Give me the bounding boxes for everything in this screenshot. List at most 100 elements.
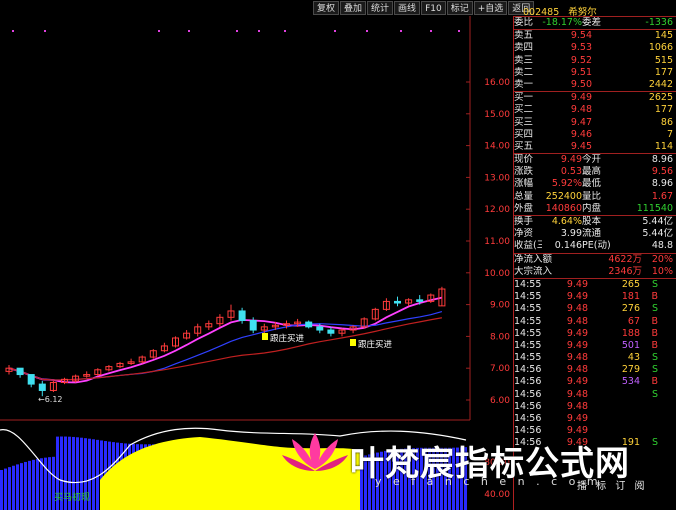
fund-label: 收益(三) bbox=[514, 240, 542, 252]
ask-label: 卖一 bbox=[514, 78, 534, 90]
panel-row: 买一 9.49 2625 bbox=[514, 91, 676, 104]
candle-body-29 bbox=[327, 329, 335, 334]
bid-label: 买三 bbox=[514, 116, 534, 128]
ask-volume: 177 bbox=[654, 66, 673, 78]
weici-label: 委差 bbox=[582, 17, 602, 28]
tick-price: 9.48 bbox=[566, 388, 588, 400]
quote-value: 252400 bbox=[545, 190, 582, 202]
indicator-axis-label-1: 40.00 bbox=[484, 490, 510, 500]
indicator-bar bbox=[392, 449, 395, 510]
indicator-bar bbox=[32, 459, 35, 510]
tick-side: B bbox=[651, 315, 658, 327]
panel-row: 14:55 9.49 501 B bbox=[514, 340, 676, 352]
indicator-bar bbox=[364, 455, 367, 510]
panel-row: 14:55 9.49 181 B bbox=[514, 291, 676, 303]
panel-row: 卖四 9.53 1066 bbox=[514, 42, 676, 54]
tick-volume: 191 bbox=[621, 437, 640, 449]
indicator-bar bbox=[48, 457, 51, 510]
indicator-bar bbox=[36, 458, 39, 510]
axis-label-7: 9.00 bbox=[490, 301, 510, 311]
bid-label: 买四 bbox=[514, 128, 534, 140]
quote-label: 总量 bbox=[514, 190, 534, 202]
bid-price: 9.48 bbox=[570, 104, 592, 116]
tick-time: 14:56 bbox=[514, 364, 542, 376]
bid-volume: 114 bbox=[654, 140, 673, 152]
tick-side bbox=[640, 425, 658, 437]
panel-row: 14:56 9.48 S bbox=[514, 389, 676, 401]
indicator-bar bbox=[396, 449, 399, 510]
toolbar-button-1[interactable]: 叠加 bbox=[340, 1, 367, 15]
marker-dot-7 bbox=[334, 30, 336, 32]
indicator-bar bbox=[372, 453, 375, 510]
subscribe-button[interactable]: 播 标 订 阅 bbox=[577, 477, 648, 492]
flow-value: 2346万 bbox=[608, 265, 642, 277]
price-axis: 16.00 15.00 14.00 13.00 12.00 11.00 10.00 9.00 8… bbox=[466, 78, 510, 500]
quote-value: 9.49 bbox=[560, 154, 582, 166]
indicator-bar bbox=[436, 447, 439, 510]
ask-price: 9.54 bbox=[570, 30, 592, 42]
tick-volume: 279 bbox=[621, 364, 640, 376]
buy-signal-label-0: 跟庄买进 bbox=[270, 333, 305, 344]
tick-volume: 276 bbox=[621, 303, 640, 315]
indicator-bar bbox=[20, 463, 23, 510]
marker-dot-2 bbox=[158, 30, 160, 32]
ask-volume: 2442 bbox=[648, 78, 673, 90]
panel-row: 14:56 9.49 534 B bbox=[514, 376, 676, 388]
panel-row: 14:55 9.49 265 S bbox=[514, 277, 676, 291]
quote-value: 140860 bbox=[545, 202, 582, 214]
indicator-bar bbox=[464, 447, 467, 510]
panel-row: 净资 3.99 流通 5.44亿 bbox=[514, 228, 676, 240]
indicator-bar bbox=[432, 447, 435, 510]
toolbar-button-3[interactable]: 画线 bbox=[394, 1, 421, 15]
tick-time: 14:56 bbox=[514, 376, 542, 388]
tick-volume bbox=[588, 401, 640, 413]
quote-label-2: 今开 bbox=[582, 154, 602, 166]
indicator-bar bbox=[460, 447, 463, 510]
indicator-bar bbox=[4, 468, 7, 510]
fund-value: 4.64% bbox=[551, 216, 582, 227]
bid-volume: 86 bbox=[660, 116, 673, 128]
tick-side bbox=[640, 413, 658, 425]
tick-volume: 188 bbox=[621, 327, 640, 339]
indicator-axis-label-0: 80.00 bbox=[484, 458, 510, 468]
tick-price: 9.49 bbox=[566, 425, 588, 437]
toolbar-button-0[interactable]: 复权 bbox=[313, 1, 340, 15]
fund-label: 换手 bbox=[514, 216, 534, 227]
indicator-bar bbox=[452, 447, 455, 510]
ask-volume: 515 bbox=[654, 54, 673, 66]
indicator-bar bbox=[388, 450, 391, 510]
axis-label-3: 13.00 bbox=[484, 173, 510, 183]
indicator-bar bbox=[16, 464, 19, 510]
weibi-value: -18.17% bbox=[542, 17, 582, 28]
marker-dot-8 bbox=[366, 30, 368, 32]
tick-price: 9.48 bbox=[566, 315, 588, 327]
indicator-bar bbox=[0, 470, 3, 510]
toolbar-button-6[interactable]: +自选 bbox=[473, 1, 508, 15]
buy-signal-label-1: 跟庄买进 bbox=[358, 339, 393, 350]
buy-marker-1 bbox=[350, 339, 356, 346]
toolbar-button-2[interactable]: 统计 bbox=[367, 1, 394, 15]
tick-price: 9.49 bbox=[566, 339, 588, 351]
bid-label: 买一 bbox=[514, 92, 534, 104]
panel-row: 卖五 9.54 145 bbox=[514, 29, 676, 42]
panel-row: 委比 -18.17% 委差 -1336 bbox=[514, 16, 676, 29]
tick-time: 14:56 bbox=[514, 400, 542, 412]
kline-chart[interactable]: 16.00 15.00 14.00 13.00 12.00 11.00 10.00 9.00 8… bbox=[0, 0, 513, 510]
toolbar-button-4[interactable]: F10 bbox=[421, 1, 446, 15]
low-price-label: ←6.12 bbox=[38, 395, 63, 404]
indicator-bar bbox=[384, 450, 387, 510]
indicator-bar bbox=[40, 458, 43, 510]
ask-volume: 1066 bbox=[648, 42, 673, 54]
tick-time: 14:56 bbox=[514, 425, 542, 437]
quote-value-2: 9.56 bbox=[651, 166, 673, 178]
panel-row: 买五 9.45 114 bbox=[514, 141, 676, 153]
panel-row: 换手 4.64% 股本 5.44亿 bbox=[514, 215, 676, 228]
toolbar-button-5[interactable]: 标记 bbox=[446, 1, 473, 15]
ask-label: 卖五 bbox=[514, 30, 534, 42]
panel-row: 14:56 9.49 191 S bbox=[514, 437, 676, 449]
tick-price: 9.49 bbox=[566, 278, 588, 290]
marker-dot-6 bbox=[284, 30, 286, 32]
bid-price: 9.46 bbox=[570, 128, 592, 140]
fund-value-2: 5.44亿 bbox=[642, 216, 673, 227]
tick-side: B bbox=[651, 376, 658, 388]
